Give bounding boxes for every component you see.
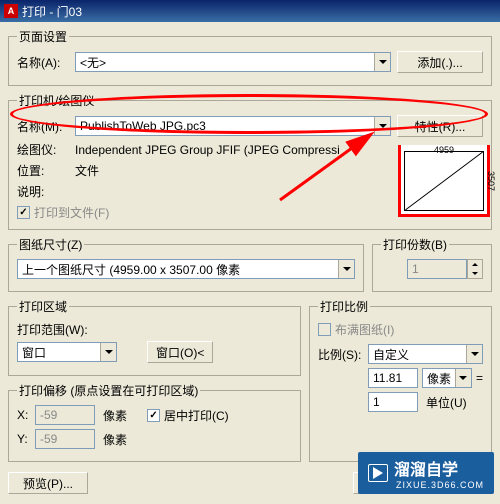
dialog-content: 页面设置 名称(A): <无> 添加(.)... 打印机/绘图仪 名称(M): …	[0, 22, 500, 504]
plotter-value: Independent JPEG Group JFIF (JPEG Compre…	[75, 143, 340, 157]
page-setup-group: 页面设置 名称(A): <无> 添加(.)...	[8, 28, 492, 86]
scale-value2-input[interactable]: 1	[368, 392, 418, 412]
paper-size-select[interactable]: 上一个图纸尺寸 (4959.00 x 3507.00 像素	[17, 259, 355, 279]
page-name-select[interactable]: <无>	[75, 52, 391, 72]
page-name-value: <无>	[80, 54, 106, 71]
paper-size-group: 图纸尺寸(Z) 上一个图纸尺寸 (4959.00 x 3507.00 像素	[8, 236, 364, 292]
scale-ratio-label: 比例(S):	[318, 346, 368, 363]
print-range-label: 打印范围(W):	[17, 321, 292, 338]
copies-group: 打印份数(B) 1	[372, 236, 492, 292]
copies-input: 1	[407, 259, 467, 279]
window-button[interactable]: 窗口(O)<	[147, 341, 213, 363]
paper-size-legend: 图纸尺寸(Z)	[17, 236, 84, 253]
dropdown-icon[interactable]	[374, 53, 390, 71]
offset-x-unit: 像素	[103, 407, 127, 424]
printer-name-select[interactable]: PublishToWeb JPG.pc3	[75, 116, 391, 136]
paper-preview: 4959 3507	[398, 145, 490, 217]
offset-x-input: -59	[35, 405, 95, 425]
center-checkbox[interactable]	[147, 409, 160, 422]
offset-y-unit: 像素	[103, 431, 127, 448]
dropdown-icon[interactable]	[466, 345, 482, 363]
location-value: 文件	[75, 162, 99, 179]
paper-height-label: 3507	[486, 171, 496, 191]
print-to-file-checkbox	[17, 206, 30, 219]
dropdown-icon[interactable]	[455, 369, 471, 387]
properties-button[interactable]: 特性(R)...	[397, 115, 483, 137]
offset-x-label: X:	[17, 408, 35, 422]
play-icon	[373, 467, 383, 479]
description-label: 说明:	[17, 183, 75, 200]
watermark-text: 溜溜自学	[394, 456, 484, 480]
location-label: 位置:	[17, 162, 75, 179]
preview-button[interactable]: 预览(P)...	[8, 472, 88, 494]
center-label: 居中打印(C)	[164, 407, 229, 424]
copies-legend: 打印份数(B)	[381, 236, 449, 253]
scale-group: 打印比例 布满图纸(I) 比例(S): 自定义 11.81 像素 =	[309, 298, 492, 462]
page-setup-legend: 页面设置	[17, 28, 69, 45]
offset-y-label: Y:	[17, 432, 35, 446]
add-button[interactable]: 添加(.)...	[397, 51, 483, 73]
paper-size-value: 上一个图纸尺寸 (4959.00 x 3507.00 像素	[22, 261, 240, 278]
offset-group: 打印偏移 (原点设置在可打印区域) X: -59 像素 居中打印(C) Y: -…	[8, 382, 301, 462]
scale-unit1-value: 像素	[427, 370, 451, 387]
print-area-legend: 打印区域	[17, 298, 69, 315]
dropdown-icon[interactable]	[338, 260, 354, 278]
printer-name-label: 名称(M):	[17, 118, 75, 135]
titlebar: A 打印 - 门03	[0, 0, 500, 22]
page-name-label: 名称(A):	[17, 54, 75, 71]
print-range-value: 窗口	[22, 344, 46, 361]
print-to-file-label: 打印到文件(F)	[34, 204, 109, 221]
dropdown-icon[interactable]	[100, 343, 116, 361]
dropdown-icon[interactable]	[374, 117, 390, 135]
plotter-label: 绘图仪:	[17, 141, 75, 158]
fit-checkbox	[318, 323, 331, 336]
print-area-group: 打印区域 打印范围(W): 窗口 窗口(O)<	[8, 298, 301, 376]
fit-label: 布满图纸(I)	[335, 321, 394, 338]
scale-ratio-select[interactable]: 自定义	[368, 344, 483, 364]
printer-legend: 打印机/绘图仪	[17, 92, 96, 109]
window-title: 打印 - 门03	[22, 3, 82, 20]
copies-spinner	[467, 259, 483, 279]
scale-legend: 打印比例	[318, 298, 370, 315]
scale-unit2-label: 单位(U)	[426, 394, 467, 411]
offset-legend: 打印偏移 (原点设置在可打印区域)	[17, 382, 200, 399]
printer-name-value: PublishToWeb JPG.pc3	[80, 119, 206, 133]
scale-ratio-value: 自定义	[373, 346, 409, 363]
offset-y-input: -59	[35, 429, 95, 449]
scale-value1-input[interactable]: 11.81	[368, 368, 418, 388]
watermark: 溜溜自学 ZIXUE.3D66.COM	[358, 452, 494, 494]
watermark-sub: ZIXUE.3D66.COM	[396, 480, 484, 490]
print-range-select[interactable]: 窗口	[17, 342, 117, 362]
app-icon: A	[4, 4, 18, 18]
scale-unit1-select[interactable]: 像素	[422, 368, 472, 388]
